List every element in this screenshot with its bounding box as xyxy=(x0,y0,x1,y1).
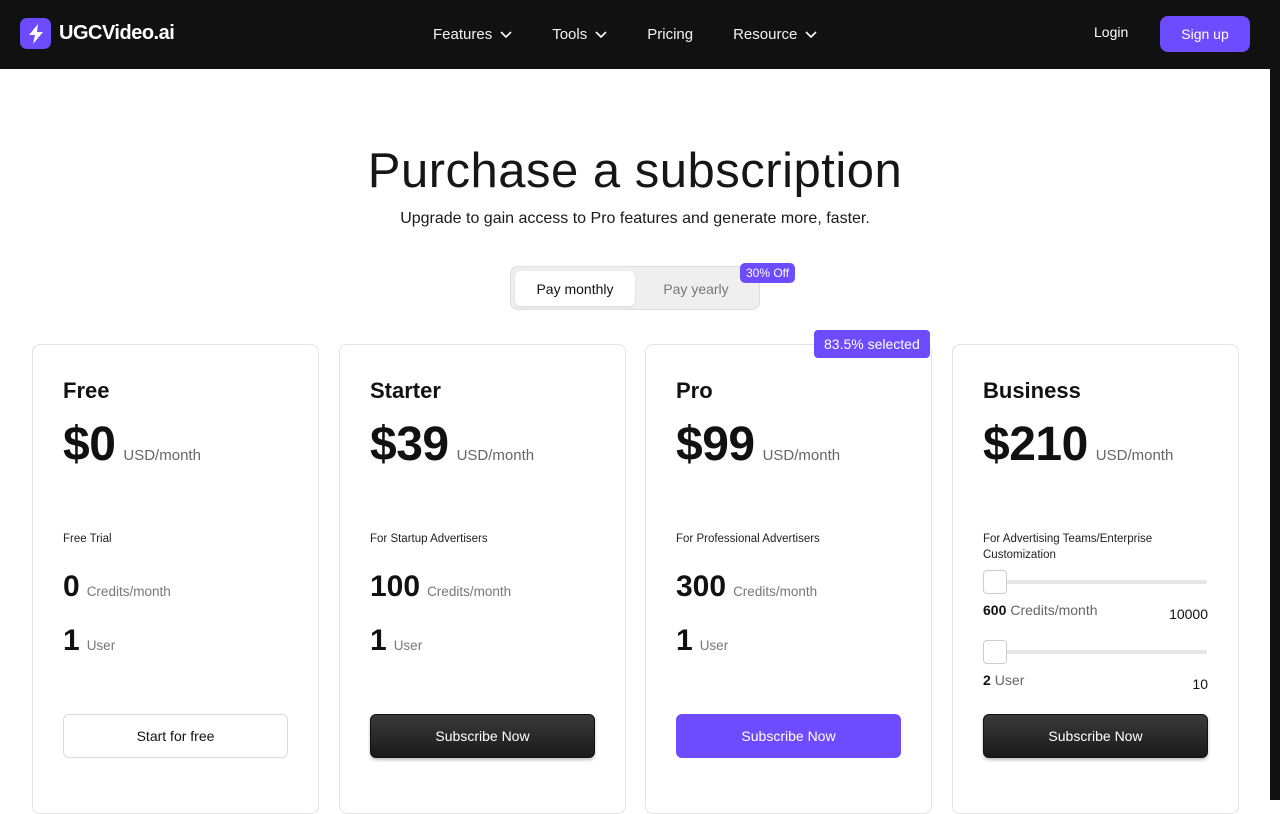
pay-yearly-option[interactable]: Pay yearly xyxy=(636,271,756,306)
users-row: 1 User xyxy=(370,624,422,658)
users-row: 1 User xyxy=(63,624,115,658)
plan-description: For Advertising Teams/Enterprise Customi… xyxy=(983,533,1153,561)
credits-row: 100 Credits/month xyxy=(370,570,511,604)
nav-resource-label: Resource xyxy=(733,26,798,43)
pay-monthly-option[interactable]: Pay monthly xyxy=(515,271,635,306)
credits-unit: Credits/month xyxy=(733,584,818,599)
page-title: Purchase a subscription xyxy=(367,144,903,198)
start-for-free-button[interactable]: Start for free xyxy=(63,714,288,758)
credits-slider[interactable] xyxy=(983,570,1207,594)
popularity-badge: 83.5% selected xyxy=(814,330,930,358)
credits-readout: 600 Credits/month xyxy=(983,602,1098,618)
credits-value: 0 xyxy=(63,570,80,603)
nav-tools[interactable]: Tools xyxy=(552,26,607,43)
price-unit: USD/month xyxy=(123,447,201,464)
plan-card-business: Business $210 USD/month For Advertising … xyxy=(952,344,1239,814)
slider-track xyxy=(983,650,1207,654)
credits-row: 300 Credits/month xyxy=(676,570,817,604)
lightning-icon xyxy=(20,18,51,49)
plan-card-free: Free $0 USD/month Free Trial 0 Credits/m… xyxy=(32,344,319,814)
main-nav: Features Tools Pricing Resource xyxy=(433,0,817,69)
slider-thumb[interactable] xyxy=(983,570,1007,594)
slider-track xyxy=(983,580,1207,584)
price-unit: USD/month xyxy=(762,447,841,464)
price-unit: USD/month xyxy=(456,447,535,464)
nav-pricing-label: Pricing xyxy=(647,26,694,43)
plan-description: Free Trial xyxy=(63,533,112,545)
nav-pricing[interactable]: Pricing xyxy=(647,26,693,43)
plan-name: Starter xyxy=(370,378,441,403)
plan-name: Free xyxy=(63,378,110,403)
users-row: 1 User xyxy=(676,624,728,658)
billing-toggle: Pay monthly Pay yearly xyxy=(510,266,760,310)
price-unit: USD/month xyxy=(1095,447,1174,464)
price-row: $39 USD/month xyxy=(370,417,534,472)
users-slider[interactable] xyxy=(983,640,1207,664)
subscribe-pro-button[interactable]: Subscribe Now xyxy=(676,714,901,758)
subscribe-business-button[interactable]: Subscribe Now xyxy=(983,714,1208,758)
users-value: 1 xyxy=(370,624,387,657)
slider-thumb[interactable] xyxy=(983,640,1007,664)
credits-unit: Credits/month xyxy=(427,584,512,599)
nav-resource[interactable]: Resource xyxy=(733,26,817,43)
nav-tools-label: Tools xyxy=(552,26,588,43)
users-value: 2 xyxy=(983,672,991,688)
users-max: 10 xyxy=(1192,676,1208,692)
credits-max: 10000 xyxy=(1169,606,1208,622)
plan-description: For Startup Advertisers xyxy=(370,533,488,545)
page-subtitle: Upgrade to gain access to Pro features a… xyxy=(400,210,870,227)
nav-features[interactable]: Features xyxy=(433,26,512,43)
brand-logo[interactable]: UGCVideo.ai xyxy=(20,18,175,49)
price-row: $99 USD/month xyxy=(676,417,840,472)
nav-features-label: Features xyxy=(433,26,493,43)
discount-badge: 30% Off xyxy=(740,263,796,283)
credits-row: 0 Credits/month xyxy=(63,570,171,604)
plan-price: $39 xyxy=(370,418,449,471)
plan-description: For Professional Advertisers xyxy=(676,533,820,545)
users-value: 1 xyxy=(676,624,693,657)
credits-unit: Credits/month xyxy=(86,584,171,599)
users-unit: User xyxy=(994,672,1025,688)
login-link[interactable]: Login xyxy=(1094,24,1128,40)
chevron-down-icon xyxy=(500,30,512,38)
users-unit: User xyxy=(699,638,729,653)
plan-card-starter: Starter $39 USD/month For Startup Advert… xyxy=(339,344,626,814)
users-readout: 2 User xyxy=(983,672,1024,688)
brand-name: UGCVideo.ai xyxy=(59,22,175,44)
users-unit: User xyxy=(86,638,116,653)
plan-price: $0 xyxy=(63,418,116,471)
chevron-down-icon xyxy=(805,30,817,38)
users-value: 1 xyxy=(63,624,80,657)
credits-value: 600 xyxy=(983,602,1007,618)
plan-price: $210 xyxy=(983,418,1088,471)
credits-value: 100 xyxy=(370,570,421,603)
top-navbar: UGCVideo.ai Features Tools Pricing Resou… xyxy=(0,0,1280,69)
plan-name: Business xyxy=(983,378,1081,403)
plan-name: Pro xyxy=(676,378,713,403)
users-unit: User xyxy=(393,638,423,653)
plan-card-pro: Pro $99 USD/month For Professional Adver… xyxy=(645,344,932,814)
signup-button[interactable]: Sign up xyxy=(1160,16,1250,52)
chevron-down-icon xyxy=(595,30,607,38)
price-row: $0 USD/month xyxy=(63,417,201,472)
scrollbar[interactable] xyxy=(1270,69,1280,800)
price-row: $210 USD/month xyxy=(983,417,1173,472)
plan-price: $99 xyxy=(676,418,755,471)
credits-value: 300 xyxy=(676,570,727,603)
subscribe-starter-button[interactable]: Subscribe Now xyxy=(370,714,595,758)
credits-unit: Credits/month xyxy=(1010,602,1098,618)
